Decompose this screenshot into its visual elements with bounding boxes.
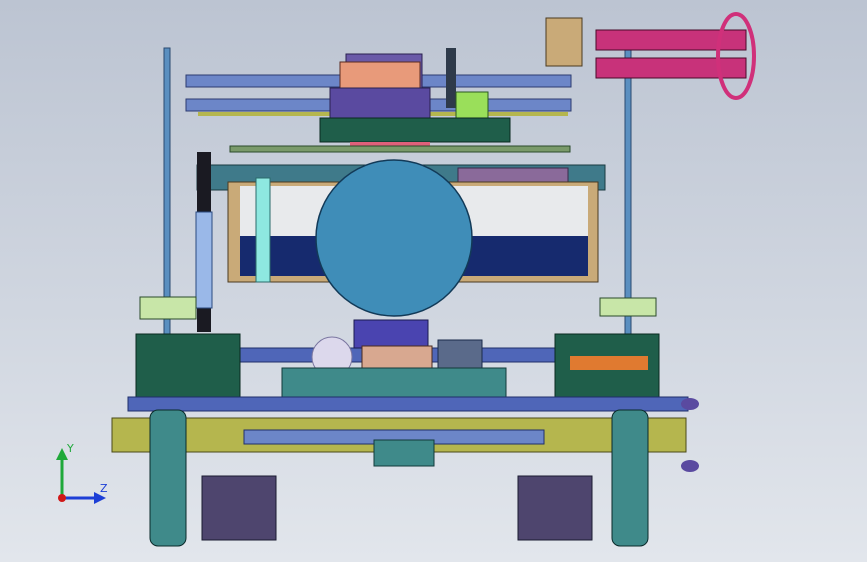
dark-green-mount xyxy=(319,117,511,143)
right-end-cap-top xyxy=(681,398,699,410)
left-vertical-pole xyxy=(163,47,171,339)
top-motor-plate xyxy=(339,61,421,89)
gripper-servo xyxy=(545,17,583,67)
gripper-arm-upper xyxy=(595,29,747,51)
cad-viewport[interactable]: Y Z xyxy=(0,0,867,562)
top-center-block xyxy=(329,87,431,123)
gripper-claw xyxy=(716,12,756,100)
right-sensor xyxy=(599,297,657,317)
right-end-cap-bottom xyxy=(681,460,699,472)
lower-cross-plate xyxy=(281,367,507,399)
z-axis-label: Z xyxy=(100,482,108,495)
drum xyxy=(315,159,473,317)
origin-marker-icon xyxy=(58,494,66,502)
rail-bar xyxy=(229,145,571,153)
left-mecanum-wheel xyxy=(149,409,187,547)
robot-assembly-model[interactable] xyxy=(0,0,867,562)
chassis-crossbar xyxy=(127,396,689,412)
coordinate-triad: Y Z xyxy=(56,442,108,504)
left-green-box xyxy=(135,333,241,399)
right-orange-strip xyxy=(570,356,648,370)
gearbox-right xyxy=(437,339,483,373)
bottom-center-block xyxy=(373,439,435,467)
center-gear-block xyxy=(353,319,429,349)
left-sensor xyxy=(139,296,197,320)
green-motor xyxy=(455,91,489,121)
right-drive-motor xyxy=(517,475,593,541)
right-vertical-pole xyxy=(624,47,632,339)
gripper-arm-lower xyxy=(595,57,747,79)
top-post xyxy=(446,48,456,108)
left-drive-motor xyxy=(201,475,277,541)
left-blue-strip xyxy=(195,211,213,309)
cyan-side-block xyxy=(255,177,271,283)
y-axis-label: Y xyxy=(66,442,74,455)
right-mecanum-wheel xyxy=(611,409,649,547)
